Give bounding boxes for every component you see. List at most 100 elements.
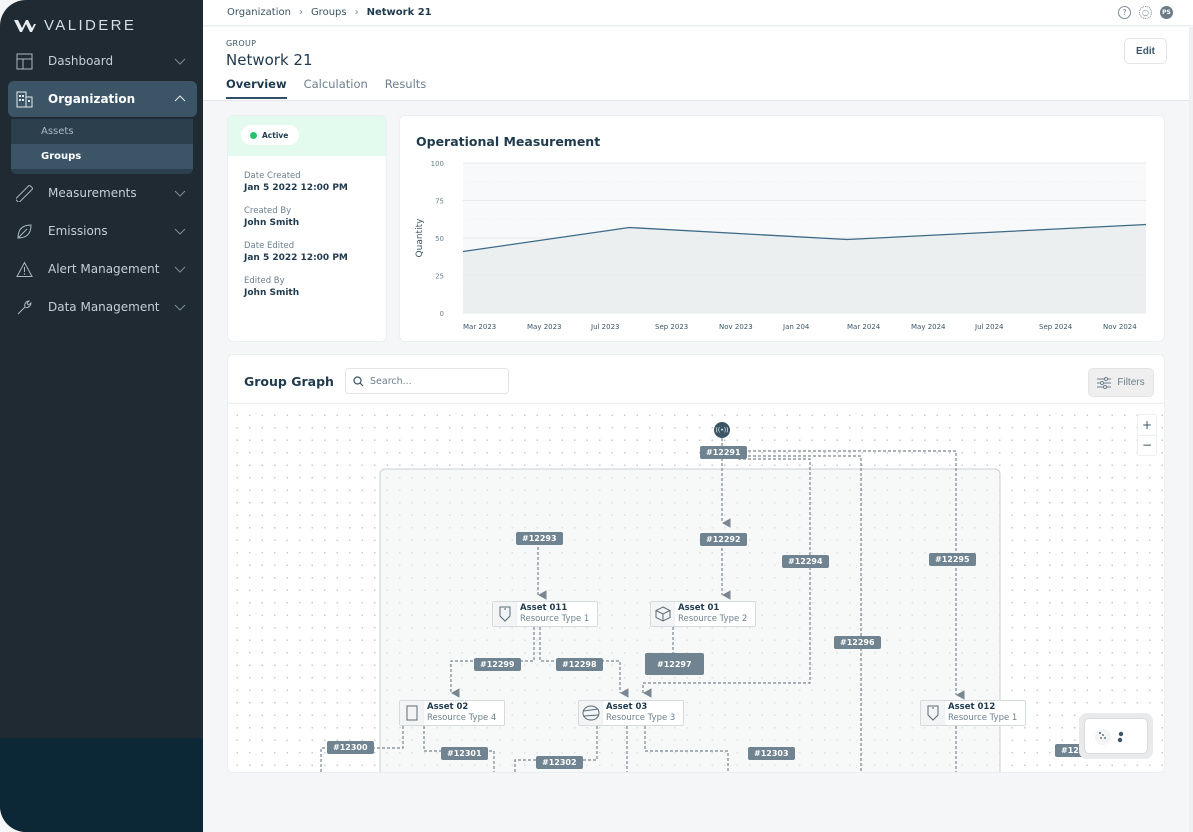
building-icon — [16, 91, 33, 108]
top-icons: ? ○ PS — [1118, 6, 1173, 19]
filters-button[interactable]: Filters — [1088, 368, 1154, 397]
breadcrumb-groups[interactable]: Groups — [311, 7, 347, 18]
edge-label[interactable]: #12293 — [516, 532, 563, 545]
sidebar-subitem-assets[interactable]: Assets — [11, 119, 193, 144]
edge-label[interactable]: #12300 — [327, 741, 374, 754]
chevron-down-icon — [174, 228, 186, 235]
filters-label: Filters — [1117, 377, 1145, 388]
source-node-icon[interactable]: ((•)) — [714, 422, 730, 438]
minimap[interactable] — [1079, 713, 1153, 759]
graph-search[interactable] — [345, 368, 509, 394]
edge-label[interactable]: #12296 — [834, 636, 881, 649]
sidebar-item-data-management[interactable]: Data Management — [8, 289, 197, 325]
sidebar-subitem-groups[interactable]: Groups — [11, 144, 193, 169]
leaf-icon — [16, 223, 33, 240]
operational-measurement-chart: 0 25 50 75 100 Quantity Mar 2023 May 2023 Jul 20… — [415, 160, 1147, 331]
edge-label[interactable]: #12303 — [748, 747, 795, 760]
asset-node[interactable]: Asset 011 Resource Type 1 — [492, 601, 599, 627]
sidebar-item-dashboard[interactable]: Dashboard — [8, 43, 197, 79]
field-created-by: Created By John Smith — [244, 206, 370, 230]
app-name: VALIDERE — [44, 17, 137, 34]
x-tick-label: May 2024 — [911, 323, 946, 331]
y-tick-label: 100 — [431, 160, 444, 168]
organization-submenu: Assets Groups — [11, 119, 193, 174]
x-tick-label: Sep 2023 — [655, 323, 688, 331]
edge-label[interactable]: #12294 — [782, 555, 829, 568]
chevron-down-icon — [174, 266, 186, 273]
edge-label[interactable]: #12298 — [556, 658, 603, 671]
x-tick-label: Mar 2024 — [847, 323, 881, 331]
sidebar-item-label: Data Management — [48, 300, 160, 314]
sidebar-item-label: Dashboard — [48, 54, 114, 68]
edge-label[interactable]: #12291 — [700, 446, 747, 459]
sliders-icon — [1097, 376, 1112, 389]
asset-name: Asset 02 — [427, 702, 469, 712]
field-label: Edited By — [244, 276, 285, 286]
x-tick-label: Mar 2023 — [463, 323, 496, 331]
help-icon[interactable]: ? — [1118, 6, 1131, 19]
sidebar-item-label: Emissions — [48, 224, 108, 238]
field-date-created: Date Created Jan 5 2022 12:00 PM — [244, 171, 370, 195]
asset-name: Asset 012 — [948, 702, 996, 712]
cube-icon — [655, 606, 670, 622]
edge-label[interactable]: #12301 — [441, 747, 488, 760]
edge-label[interactable]: #12297 — [645, 653, 704, 675]
asset-node[interactable]: Asset 02 Resource Type 4 — [399, 700, 506, 726]
sidebar-item-label: Alert Management — [48, 262, 160, 276]
asset-name: Asset 03 — [606, 702, 648, 712]
sidebar-item-emissions[interactable]: Emissions — [8, 213, 197, 249]
scrollbar-track[interactable] — [1189, 27, 1193, 832]
asset-node[interactable]: Asset 012 Resource Type 1 — [920, 700, 1027, 726]
settings-icon[interactable]: ○ — [1139, 6, 1152, 19]
status-badge: Active — [241, 125, 300, 145]
breadcrumb-current: Network 21 — [366, 7, 432, 18]
status-dot-icon — [250, 131, 257, 139]
page-eyebrow: GROUP — [226, 39, 257, 48]
field-value: John Smith — [244, 288, 300, 298]
tank-icon — [927, 705, 938, 721]
asset-type: Resource Type 3 — [606, 713, 676, 723]
chevron-right-icon: › — [354, 7, 359, 18]
edit-button[interactable]: Edit — [1124, 38, 1167, 64]
field-value: John Smith — [244, 218, 300, 228]
x-tick-label: Nov 2024 — [1103, 323, 1137, 331]
field-date-edited: Date Edited Jan 5 2022 12:00 PM — [244, 241, 370, 265]
operational-measurement-card: Operational Measurement 0 25 50 75 100 Quanti… — [399, 115, 1165, 342]
tab-results[interactable]: Results — [385, 77, 427, 99]
x-tick-label: Jul 2024 — [974, 323, 1004, 331]
sidebar-item-measurements[interactable]: Measurements — [8, 175, 197, 211]
wrench-icon — [16, 299, 33, 316]
asset-node[interactable]: Asset 01 Resource Type 2 — [650, 601, 757, 627]
status-header: Active — [228, 116, 386, 156]
logo[interactable]: VALIDERE — [14, 17, 136, 34]
field-edited-by: Edited By John Smith — [244, 276, 370, 300]
asset-type: Resource Type 4 — [427, 713, 497, 723]
asset-node[interactable]: Asset 03 Resource Type 3 — [578, 700, 685, 726]
zoom-controls: + − — [1137, 414, 1157, 456]
y-tick-label: 25 — [435, 273, 444, 281]
breadcrumb-organization[interactable]: Organization — [227, 7, 291, 18]
edge-label[interactable]: #12295 — [929, 553, 976, 566]
y-tick-label: 50 — [435, 235, 444, 243]
edge-label[interactable]: #12299 — [474, 658, 521, 671]
avatar[interactable]: PS — [1160, 6, 1173, 19]
zoom-out-button[interactable]: − — [1138, 434, 1156, 456]
tab-overview[interactable]: Overview — [226, 77, 287, 99]
chevron-down-icon — [174, 190, 186, 197]
x-tick-label: Nov 2023 — [719, 323, 753, 331]
tab-calculation[interactable]: Calculation — [304, 77, 368, 99]
sidebar-item-alert-management[interactable]: Alert Management — [8, 251, 197, 287]
sidebar-item-organization[interactable]: Organization — [8, 81, 197, 117]
x-tick-label: Sep 2024 — [1039, 323, 1073, 331]
graph-canvas[interactable]: ((•)) #12291 #12292 #12293 #12294 #12295… — [228, 405, 1164, 772]
search-icon — [353, 375, 364, 386]
edge-label[interactable]: #12302 — [536, 756, 583, 769]
x-tick-label: May 2023 — [527, 323, 562, 331]
x-tick-label: Jan 204 — [782, 323, 810, 331]
graph-search-input[interactable] — [370, 375, 500, 387]
zoom-in-button[interactable]: + — [1138, 415, 1156, 435]
layout-icon — [16, 53, 33, 70]
chevron-down-icon — [174, 304, 186, 311]
edge-label[interactable]: #12292 — [700, 533, 747, 546]
sidebar-footer — [0, 738, 203, 832]
